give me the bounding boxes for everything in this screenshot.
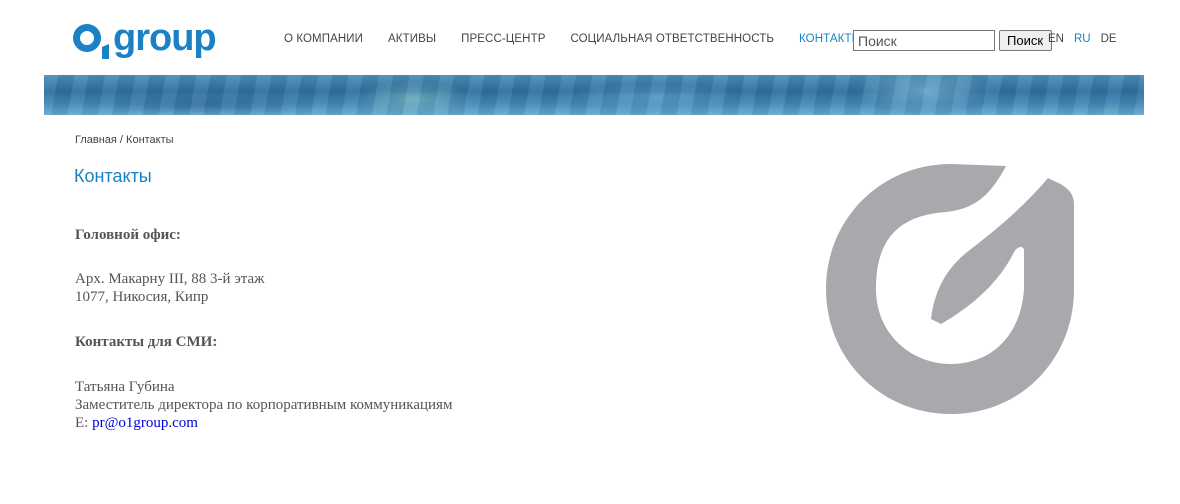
o1group-logo[interactable]: group [73,20,233,64]
lang-ru[interactable]: RU [1074,33,1091,45]
page-title: Контакты [74,166,152,186]
svg-text:group: group [113,20,216,59]
nav-item-press-center[interactable]: ПРЕСС-ЦЕНТР [461,33,545,45]
address-line-2: 1077, Никосия, Кипр [75,289,209,305]
contact-name: Татьяна Губина [75,379,175,395]
lang-en[interactable]: EN [1048,33,1064,45]
media-contact-person: Татьяна Губина Заместитель директора по … [75,378,452,432]
nav-item-social-responsibility[interactable]: СОЦИАЛЬНАЯ ОТВЕТСТВЕННОСТЬ [570,33,774,45]
email-prefix: E: [75,415,93,431]
address-line-1: Арх. Макарну III, 88 3-й этаж [75,271,265,287]
breadcrumb: Главная / Контакты [75,134,174,146]
language-switcher: EN RU DE [1048,33,1127,45]
contact-email-link[interactable]: pr@o1group.com [92,415,198,431]
breadcrumb-separator: / [116,134,127,146]
breadcrumb-current: Контакты [126,134,174,146]
contact-email-line: E: pr@o1group.com [75,414,452,432]
office-address: Арх. Макарну III, 88 3-й этаж 1077, Нико… [75,270,265,306]
head-office-heading: Головной офис: [75,227,181,243]
breadcrumb-home[interactable]: Главная [75,134,117,146]
nav-item-assets[interactable]: АКТИВЫ [388,33,436,45]
header-banner [44,75,1144,115]
contact-position: Заместитель директора по корпоративным к… [75,397,453,413]
media-contacts-heading: Контакты для СМИ: [75,334,218,350]
search-button[interactable]: Поиск [999,30,1052,51]
o1-emblem-logo [826,164,1076,414]
nav-item-about[interactable]: О КОМПАНИИ [284,33,363,45]
search-input[interactable] [853,30,995,51]
lang-de[interactable]: DE [1101,33,1117,45]
main-nav: О КОМПАНИИ АКТИВЫ ПРЕСС-ЦЕНТР СОЦИАЛЬНАЯ… [284,33,887,45]
